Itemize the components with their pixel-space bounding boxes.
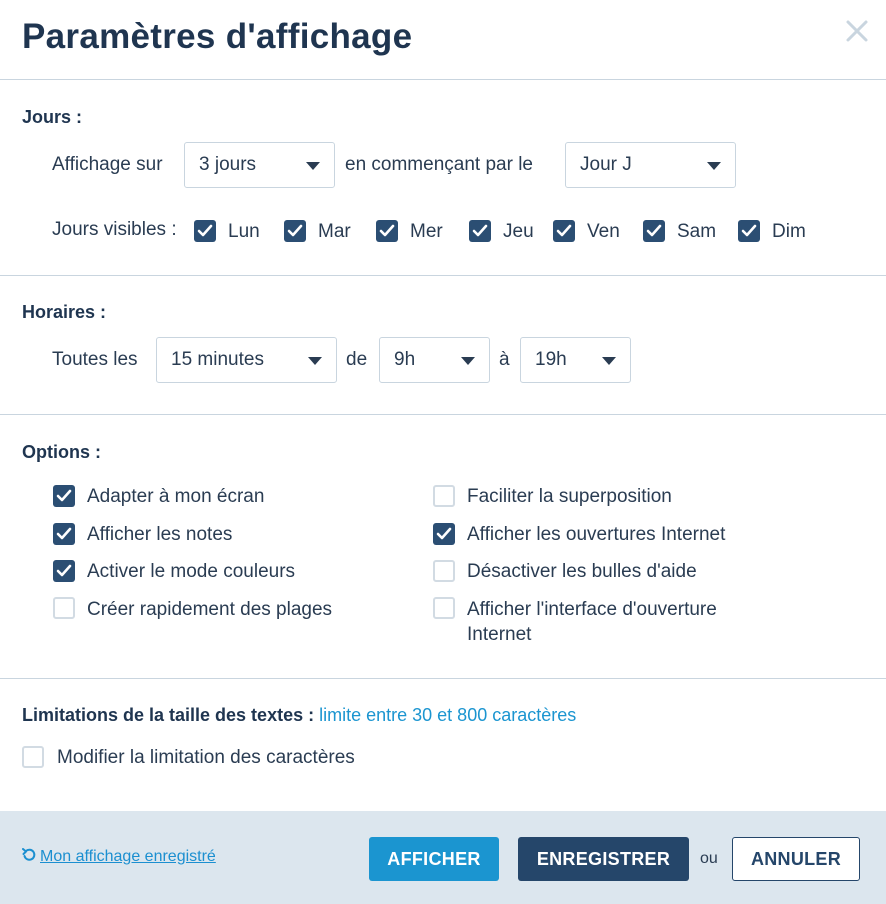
option-label-superposition: Faciliter la superposition — [467, 486, 672, 507]
limitations-value: limite entre 30 et 800 caractères — [319, 705, 577, 725]
modify-limit-checkbox[interactable] — [22, 746, 44, 768]
or-label: ou — [700, 850, 718, 867]
option-label-ouvertures: Afficher les ouvertures Internet — [467, 524, 726, 545]
option-checkbox-interface[interactable] — [433, 597, 455, 619]
chevron-down-icon — [308, 357, 322, 365]
check-icon — [436, 527, 452, 540]
dialog-header: Paramètres d'affichage — [0, 0, 886, 80]
affichage-select-value: 3 jours — [199, 154, 257, 175]
page-title: Paramètres d'affichage — [22, 17, 413, 56]
day-label-dim: Dim — [772, 221, 806, 242]
option-checkbox-ouvertures[interactable] — [433, 523, 455, 545]
dialog-footer: Mon affichage enregistré AFFICHER ENREGI… — [0, 811, 886, 904]
chevron-down-icon — [707, 162, 721, 170]
option-label-bulles: Désactiver les bulles d'aide — [467, 561, 697, 582]
divider — [0, 414, 886, 415]
option-checkbox-plages[interactable] — [53, 597, 75, 619]
option-label-notes: Afficher les notes — [87, 524, 233, 545]
day-label-mer: Mer — [410, 221, 443, 242]
day-checkbox-mar[interactable] — [284, 220, 306, 242]
annuler-button[interactable]: ANNULER — [732, 837, 860, 881]
jours-visibles-label: Jours visibles : — [52, 219, 177, 240]
option-checkbox-superposition[interactable] — [433, 485, 455, 507]
check-icon — [56, 564, 72, 577]
option-checkbox-bulles[interactable] — [433, 560, 455, 582]
close-icon[interactable] — [842, 16, 872, 46]
check-icon — [56, 489, 72, 502]
option-label-interface-line2: Internet — [467, 624, 532, 645]
option-checkbox-adapter[interactable] — [53, 485, 75, 507]
day-checkbox-dim[interactable] — [738, 220, 760, 242]
commencant-label: en commençant par le — [345, 154, 533, 175]
chevron-down-icon — [461, 357, 475, 365]
de-label: de — [346, 349, 368, 370]
day-checkbox-lun[interactable] — [194, 220, 216, 242]
commencant-select-value: Jour J — [580, 154, 632, 175]
undo-icon — [22, 848, 36, 866]
interval-select[interactable]: 15 minutes — [156, 337, 337, 383]
check-icon — [56, 527, 72, 540]
day-label-jeu: Jeu — [503, 221, 534, 242]
saved-view-link[interactable]: Mon affichage enregistré — [22, 848, 216, 866]
section-title-jours: Jours : — [22, 107, 83, 127]
commencant-select[interactable]: Jour J — [565, 142, 736, 188]
day-checkbox-ven[interactable] — [553, 220, 575, 242]
day-label-lun: Lun — [228, 221, 260, 242]
enregistrer-button[interactable]: ENREGISTRER — [518, 837, 689, 881]
end-hour-select-value: 19h — [535, 349, 567, 370]
section-title-horaires: Horaires : — [22, 302, 107, 322]
modify-limit-label: Modifier la limitation des caractères — [57, 747, 355, 768]
affichage-select[interactable]: 3 jours — [184, 142, 335, 188]
option-label-adapter: Adapter à mon écran — [87, 486, 265, 507]
divider — [0, 275, 886, 276]
saved-view-link-label: Mon affichage enregistré — [40, 848, 216, 865]
end-hour-select[interactable]: 19h — [520, 337, 631, 383]
option-label-interface-line1: Afficher l'interface d'ouverture — [467, 599, 717, 620]
divider — [0, 678, 886, 679]
a-label: à — [499, 349, 510, 370]
toutes-les-label: Toutes les — [52, 349, 138, 370]
section-title-limitations: Limitations de la taille des textes : li… — [22, 705, 576, 726]
chevron-down-icon — [602, 357, 616, 365]
interval-select-value: 15 minutes — [171, 349, 264, 370]
day-checkbox-mer[interactable] — [376, 220, 398, 242]
option-label-couleurs: Activer le mode couleurs — [87, 561, 296, 582]
day-label-sam: Sam — [677, 221, 717, 242]
option-checkbox-couleurs[interactable] — [53, 560, 75, 582]
day-label-mar: Mar — [318, 221, 351, 242]
section-title-options: Options : — [22, 442, 101, 462]
check-icon — [472, 224, 488, 237]
check-icon — [646, 224, 662, 237]
start-hour-select-value: 9h — [394, 349, 416, 370]
check-icon — [287, 224, 303, 237]
day-checkbox-sam[interactable] — [643, 220, 665, 242]
check-icon — [379, 224, 395, 237]
limitations-title: Limitations de la taille des textes : — [22, 705, 315, 725]
day-label-ven: Ven — [587, 221, 620, 242]
day-checkbox-jeu[interactable] — [469, 220, 491, 242]
check-icon — [741, 224, 757, 237]
option-label-plages: Créer rapidement des plages — [87, 599, 333, 620]
chevron-down-icon — [306, 162, 320, 170]
check-icon — [556, 224, 572, 237]
start-hour-select[interactable]: 9h — [379, 337, 490, 383]
option-checkbox-notes[interactable] — [53, 523, 75, 545]
affichage-label: Affichage sur — [52, 154, 163, 175]
afficher-button[interactable]: AFFICHER — [369, 837, 499, 881]
check-icon — [197, 224, 213, 237]
